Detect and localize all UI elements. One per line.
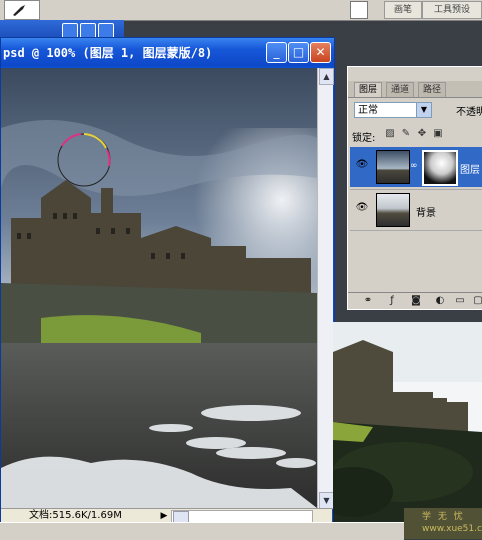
watermark-line1: 学 无 忧 [422,512,465,522]
tab-layers[interactable]: 图层 [354,82,383,97]
options-bar: 画笔 工具预设 [0,0,482,21]
layer-mask-thumbnail[interactable] [422,150,458,186]
layer-row-background[interactable]: 👁 背景 [350,189,482,231]
document-title: psd @ 100% (图层 1, 图层蒙版/8) [3,46,213,60]
new-group-icon[interactable]: ▭ [454,295,466,307]
scroll-down-icon[interactable]: ▼ [319,492,334,509]
document-window: psd @ 100% (图层 1, 图层蒙版/8) _ □ ✕ ▲ ▼ 文档:5… [0,37,335,524]
panel-tabs: 图层 通道 路径 [348,81,482,98]
watermark-logo: 学 无 忧 www.xue51.com [404,508,482,539]
blend-mode-select[interactable]: 正常 ▼ [354,102,432,118]
lock-transparent-icon[interactable]: ▨ [384,128,396,140]
vertical-scrollbar[interactable]: ▲ ▼ [317,68,334,509]
link-layers-icon[interactable]: ⚭ [362,295,374,307]
lock-move-icon[interactable]: ✥ [416,128,428,140]
add-mask-icon[interactable]: ◙ [410,295,422,307]
chevron-down-icon[interactable]: ▼ [416,103,431,117]
status-bar: 文档:515.6K/1.69M ▶ [1,508,332,524]
document-size-text: 文档:515.6K/1.69M [29,510,122,521]
tab-tool-presets[interactable]: 工具预设 [422,1,482,19]
tab-channels[interactable]: 通道 [386,82,415,97]
status-menu-arrow-icon[interactable]: ▶ [159,510,169,522]
panel-footer: ⚭ ƒ ◙ ◐ ▭ ▢ [348,292,482,309]
layer-name[interactable]: 背景 [416,204,436,219]
lock-brush-icon[interactable]: ✎ [400,128,412,140]
eye-icon[interactable]: 👁 [355,202,369,214]
lock-label: 锁定: [352,133,376,144]
layer-row-layer1[interactable]: 👁 ∞ 图层 [350,147,482,187]
blend-mode-value: 正常 [358,105,378,116]
background-document-image [333,322,482,539]
tab-paths[interactable]: 路径 [418,82,447,97]
layer-thumbnail [376,193,410,227]
adjustment-layer-icon[interactable]: ◐ [434,295,446,307]
eye-icon[interactable]: 👁 [355,159,369,171]
layer-name[interactable]: 图层 [460,161,480,176]
castle-image-preview [333,322,482,539]
document-titlebar[interactable]: psd @ 100% (图层 1, 图层蒙版/8) _ □ ✕ [1,38,334,66]
layer-style-icon[interactable]: ƒ [386,295,398,307]
maximize-button[interactable]: □ [288,42,309,63]
castle-image [1,68,317,508]
chain-link-icon[interactable]: ∞ [410,161,418,171]
brush-preset-picker[interactable] [4,0,40,20]
close-button[interactable]: ✕ [310,42,331,63]
opacity-label: 不透明 [456,107,482,118]
document-canvas[interactable] [1,68,317,508]
layer-thumbnail [376,150,410,184]
bottom-desktop-strip [0,522,404,540]
tab-brushes[interactable]: 画笔 [384,1,422,19]
watermark-line2: www.xue51.com [422,524,482,534]
palette-well-icon[interactable] [350,1,368,19]
layers-panel: 图层 通道 路径 正常 ▼ 不透明 锁定: ▨ ✎ ✥ ▣ 👁 ∞ 图层 👁 背… [347,66,482,310]
new-layer-icon[interactable]: ▢ [472,295,482,307]
brush-icon [13,5,25,16]
scroll-up-icon[interactable]: ▲ [319,68,334,85]
minimize-button[interactable]: _ [266,42,287,63]
lock-all-icon[interactable]: ▣ [432,128,444,140]
